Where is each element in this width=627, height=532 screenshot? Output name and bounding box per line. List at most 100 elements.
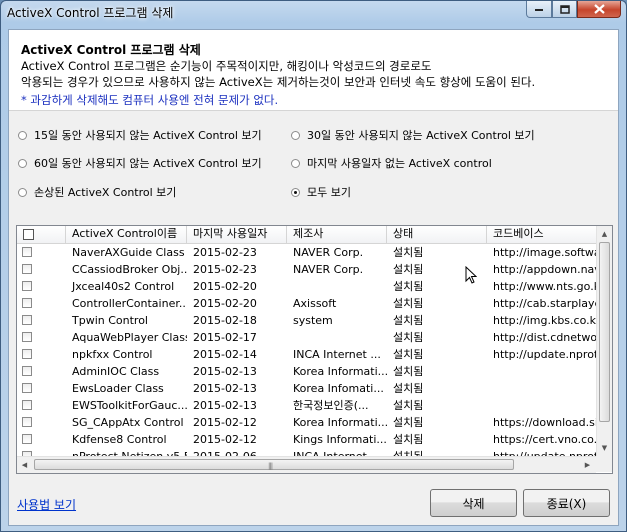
row-checkbox[interactable]: [22, 281, 32, 291]
cell-name: Tpwin Control: [72, 314, 148, 327]
cell-vendor: Axissoft: [293, 297, 337, 310]
cell-vendor: NAVER Corp.: [293, 246, 364, 259]
activex-list[interactable]: ActiveX Control이름 마지막 사용일자 제조사 상태 코드베이스 …: [16, 225, 613, 474]
row-checkbox[interactable]: [22, 247, 32, 257]
close-icon: [593, 4, 605, 14]
column-header-last-used[interactable]: 마지막 사용일자: [187, 226, 287, 243]
table-row[interactable]: NaverAXGuide Class 2015-02-23 NAVER Corp. 설…: [17, 244, 597, 261]
row-checkbox-cell: [17, 346, 66, 363]
cell-last-used: 2015-02-12: [193, 416, 257, 429]
row-checkbox[interactable]: [22, 366, 32, 376]
cell-name: Kdfense8 Control: [72, 433, 167, 446]
radio-circle[interactable]: [18, 187, 27, 197]
minimize-button[interactable]: [526, 1, 552, 18]
scroll-left-icon[interactable]: ◀: [17, 457, 32, 472]
cell-name: CCassiodBroker Obj...: [72, 263, 187, 276]
column-header-codebase[interactable]: 코드베이스: [487, 226, 597, 243]
exit-button[interactable]: 종료(X): [523, 489, 610, 517]
row-checkbox[interactable]: [22, 349, 32, 359]
cell-vendor: [287, 329, 387, 346]
row-checkbox[interactable]: [22, 434, 32, 444]
row-checkbox-cell: [17, 278, 66, 295]
cell-last-used: 2015-02-13: [193, 382, 257, 395]
cell-name: AquaWebPlayer Class: [72, 331, 187, 344]
row-checkbox-cell: [17, 261, 66, 278]
radio-circle[interactable]: [18, 130, 27, 140]
row-checkbox-cell: [17, 380, 66, 397]
filter-damaged-radio[interactable]: 손상된 ActiveX Control 보기: [18, 184, 176, 200]
table-row[interactable]: EWSToolkitForGauc... 2015-02-13 한국정보인증(...…: [17, 397, 597, 414]
maximize-icon: [559, 4, 570, 14]
table-row[interactable]: AdminIOC Class 2015-02-13 Korea Informati.…: [17, 363, 597, 380]
column-header-vendor[interactable]: 제조사: [287, 226, 387, 243]
row-checkbox[interactable]: [22, 383, 32, 393]
row-checkbox[interactable]: [22, 315, 32, 325]
filter-no-last-used-radio[interactable]: 마지막 사용일자 없는 ActiveX control: [291, 155, 492, 171]
row-checkbox-cell: [17, 397, 66, 414]
radio-circle[interactable]: [18, 158, 27, 168]
table-row[interactable]: Kdfense8 Control 2015-02-12 Kings Informat…: [17, 431, 597, 448]
select-all-checkbox[interactable]: [23, 229, 34, 240]
row-checkbox[interactable]: [22, 264, 32, 274]
table-row[interactable]: Tpwin Control 2015-02-18 system 설치됨 http://i…: [17, 312, 597, 329]
table-row[interactable]: ControllerContainer... 2015-02-20 Axissoft…: [17, 295, 597, 312]
cell-name: npkfxx Control: [72, 348, 153, 361]
maximize-button[interactable]: [552, 1, 577, 18]
cell-name: EwsLoader Class: [72, 382, 164, 395]
horizontal-scroll-thumb[interactable]: |||: [34, 459, 514, 470]
radio-circle[interactable]: [291, 158, 300, 168]
cell-status: 설치됨: [393, 246, 424, 259]
vertical-scroll-thumb[interactable]: [599, 242, 610, 422]
scroll-up-icon[interactable]: ▲: [597, 226, 612, 241]
table-row[interactable]: AquaWebPlayer Class 2015-02-17 설치됨 http://d…: [17, 329, 597, 346]
cell-name: NaverAXGuide Class: [72, 246, 185, 259]
filter-30days-radio[interactable]: 30일 동안 사용되지 않는 ActiveX Control 보기: [291, 127, 535, 143]
header-note: * 과감하게 삭제해도 컴퓨터 사용엔 전혀 문제가 없다.: [21, 93, 279, 107]
cell-codebase: [487, 363, 597, 380]
row-checkbox[interactable]: [22, 332, 32, 342]
row-checkbox-cell: [17, 363, 66, 380]
row-checkbox-cell: [17, 312, 66, 329]
filter-60days-radio[interactable]: 60일 동안 사용되지 않는 ActiveX Control 보기: [18, 155, 262, 171]
cell-vendor: Korea Informati...: [293, 416, 387, 429]
cell-name: AdminIOC Class: [72, 365, 160, 378]
horizontal-scrollbar[interactable]: ◀ ||| ▶: [17, 456, 596, 473]
cell-vendor: Korea Informati...: [293, 365, 387, 378]
cell-last-used: 2015-02-20: [193, 297, 257, 310]
close-button[interactable]: [577, 1, 621, 18]
cell-last-used: 2015-02-12: [193, 433, 257, 446]
filter-show-all-radio[interactable]: 모두 보기: [291, 184, 351, 200]
scroll-down-icon[interactable]: ▼: [597, 440, 612, 455]
grip-icon: |||: [268, 462, 273, 470]
scroll-right-icon[interactable]: ▶: [580, 457, 595, 472]
help-link[interactable]: 사용법 보기: [17, 496, 76, 513]
column-header-status[interactable]: 상태: [387, 226, 487, 243]
cell-name: Jxceal40s2 Control: [72, 280, 175, 293]
table-row[interactable]: Jxceal40s2 Control 2015-02-20 설치됨 http://ww…: [17, 278, 597, 295]
cell-status: 설치됨: [393, 314, 424, 327]
vertical-scrollbar[interactable]: ▲ ▼: [596, 226, 612, 456]
cell-last-used: 2015-02-18: [193, 314, 257, 327]
row-checkbox-cell: [17, 244, 66, 261]
radio-circle-selected[interactable]: [291, 187, 300, 197]
dialog-client: ActiveX Control 프로그램 삭제 ActiveX Control …: [8, 29, 619, 526]
list-header: ActiveX Control이름 마지막 사용일자 제조사 상태 코드베이스: [17, 226, 597, 244]
cell-codebase: http://cab.starplayer: [493, 297, 597, 310]
table-row[interactable]: npkfxx Control 2015-02-14 INCA Internet ..…: [17, 346, 597, 363]
cell-codebase: https://download.sig: [493, 416, 597, 429]
row-checkbox[interactable]: [22, 400, 32, 410]
row-checkbox[interactable]: [22, 417, 32, 427]
table-row[interactable]: EwsLoader Class 2015-02-13 Korea Infomati.…: [17, 380, 597, 397]
cell-last-used: 2015-02-14: [193, 348, 257, 361]
header-select-all[interactable]: [17, 226, 66, 243]
delete-button[interactable]: 삭제: [430, 489, 517, 517]
radio-circle[interactable]: [291, 130, 300, 140]
table-row[interactable]: SG_CAppAtx Control 2015-02-12 Korea Inform…: [17, 414, 597, 431]
cell-name: SG_CAppAtx Control: [72, 416, 184, 429]
row-checkbox-cell: [17, 295, 66, 312]
title-bar[interactable]: ActiveX Control 프로그램 삭제: [1, 1, 626, 23]
filter-15days-radio[interactable]: 15일 동안 사용되지 않는 ActiveX Control 보기: [18, 127, 262, 143]
row-checkbox[interactable]: [22, 298, 32, 308]
table-row[interactable]: CCassiodBroker Obj... 2015-02-23 NAVER Cor…: [17, 261, 597, 278]
column-header-name[interactable]: ActiveX Control이름: [66, 226, 187, 243]
